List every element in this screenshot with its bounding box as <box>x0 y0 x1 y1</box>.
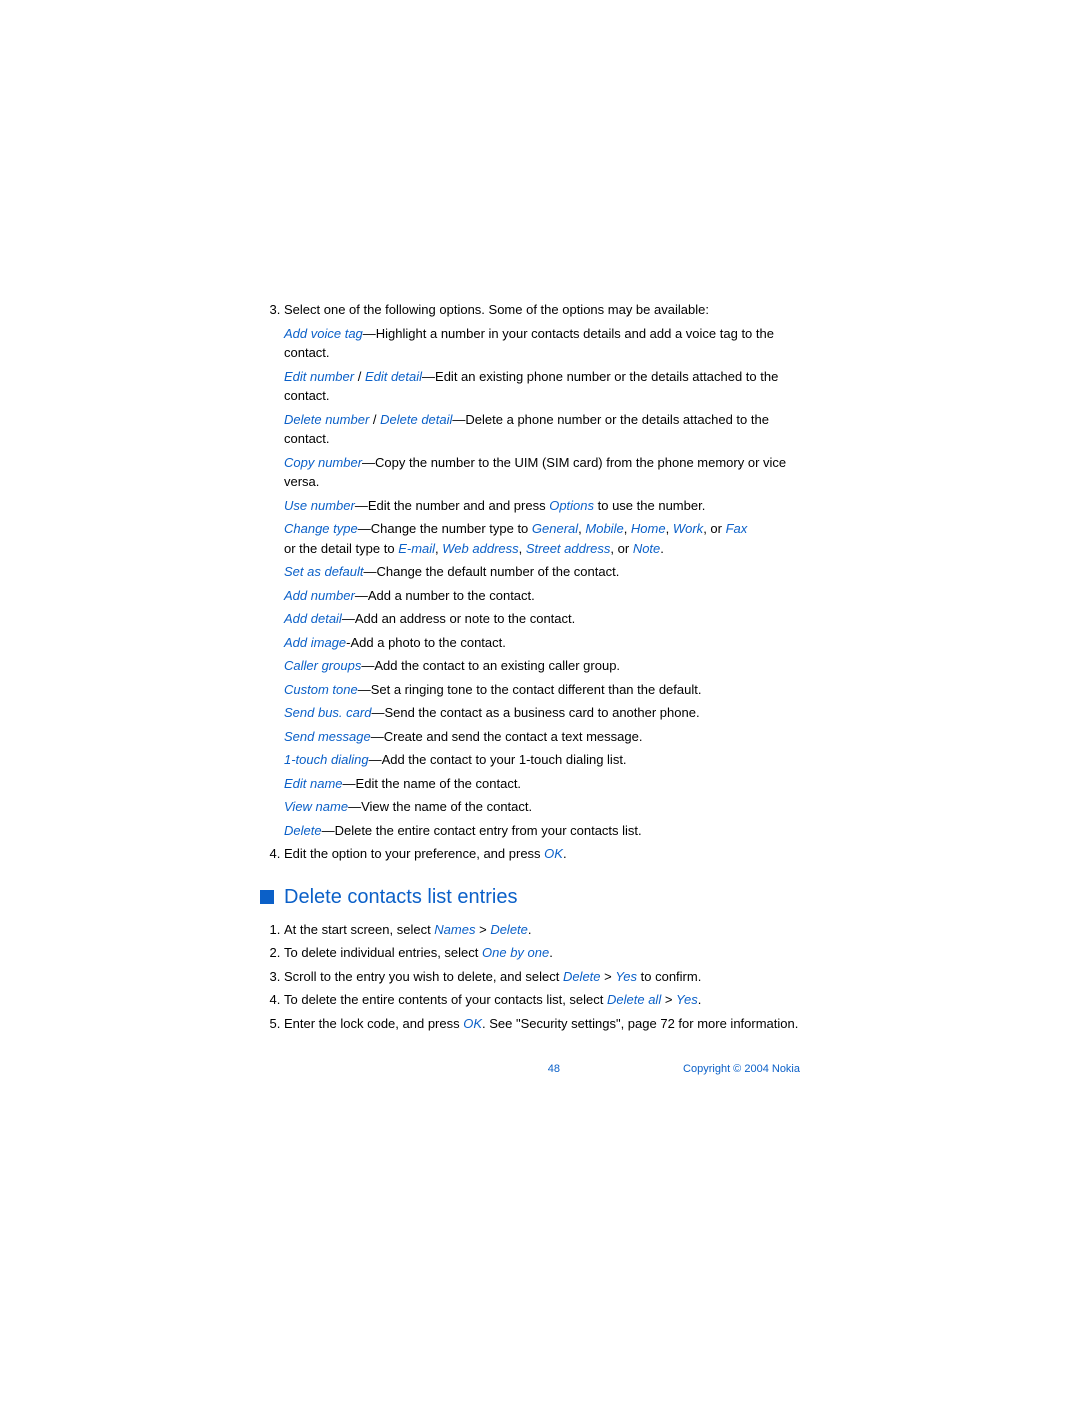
document-page: Select one of the following options. Som… <box>0 0 1080 1428</box>
option-term: 1-touch dialing <box>284 752 369 767</box>
option-desc: —Change the default number of the contac… <box>364 564 620 579</box>
delete-step: Scroll to the entry you wish to delete, … <box>284 967 800 987</box>
option-desc: —Set a ringing tone to the contact diffe… <box>358 682 702 697</box>
option-term: Custom tone <box>284 682 358 697</box>
option-term: Change type <box>284 521 358 536</box>
option-desc: —Add the contact to your 1-touch dialing… <box>369 752 627 767</box>
option-item: Add image-Add a photo to the contact. <box>284 633 800 653</box>
option-item: Send bus. card—Send the contact as a bus… <box>284 703 800 723</box>
option-desc: —Send the contact as a business card to … <box>371 705 699 720</box>
delete-step: At the start screen, select Names > Dele… <box>284 920 800 940</box>
delete-step: To delete the entire contents of your co… <box>284 990 800 1010</box>
option-term: Send message <box>284 729 371 744</box>
option-term: View name <box>284 799 348 814</box>
option-item: Set as default—Change the default number… <box>284 562 800 582</box>
option-item: Edit number / Edit detail—Edit an existi… <box>284 367 800 406</box>
option-item: Send message—Create and send the contact… <box>284 727 800 747</box>
option-term: Add voice tag <box>284 326 363 341</box>
option-term: Add detail <box>284 611 342 626</box>
option-term: Add image <box>284 635 346 650</box>
step-3-text: Select one of the following options. Som… <box>284 302 709 317</box>
option-desc: —View the name of the contact. <box>348 799 532 814</box>
option-term: Edit number <box>284 369 354 384</box>
step-3: Select one of the following options. Som… <box>284 300 800 320</box>
option-item: Delete number / Delete detail—Delete a p… <box>284 410 800 449</box>
page-footer: 48 Copyright © 2004 Nokia <box>260 1061 800 1078</box>
page-number: 48 <box>260 1061 560 1078</box>
step-4: Edit the option to your preference, and … <box>284 844 800 864</box>
option-term-2: Edit detail <box>365 369 422 384</box>
option-item: Change type—Change the number type to Ge… <box>284 519 800 558</box>
ok-text: OK <box>544 846 563 861</box>
options-block: Add voice tag—Highlight a number in your… <box>260 324 800 841</box>
option-desc: —Add an address or note to the contact. <box>342 611 575 626</box>
option-item: View name—View the name of the contact. <box>284 797 800 817</box>
step-4-post: . <box>563 846 567 861</box>
option-term: Set as default <box>284 564 364 579</box>
option-desc: —Change the number type to <box>358 521 532 536</box>
delete-step: To delete individual entries, select One… <box>284 943 800 963</box>
section-heading: Delete contacts list entries <box>260 882 800 912</box>
delete-steps-list: At the start screen, select Names > Dele… <box>260 920 800 1034</box>
option-term: Send bus. card <box>284 705 371 720</box>
delete-step: Enter the lock code, and press OK. See "… <box>284 1014 800 1034</box>
option-desc: —Add a number to the contact. <box>355 588 535 603</box>
option-item: Delete—Delete the entire contact entry f… <box>284 821 800 841</box>
option-item: Use number—Edit the number and and press… <box>284 496 800 516</box>
option-term: Caller groups <box>284 658 361 673</box>
square-bullet-icon <box>260 890 274 904</box>
option-desc: —Add the contact to an existing caller g… <box>361 658 620 673</box>
option-item: 1-touch dialing—Add the contact to your … <box>284 750 800 770</box>
option-term: Use number <box>284 498 355 513</box>
option-desc: —Edit the name of the contact. <box>343 776 522 791</box>
option-term: Edit name <box>284 776 343 791</box>
option-term: Copy number <box>284 455 362 470</box>
option-item: Caller groups—Add the contact to an exis… <box>284 656 800 676</box>
step-4-pre: Edit the option to your preference, and … <box>284 846 544 861</box>
option-term: Add number <box>284 588 355 603</box>
continued-ordered-list-4: Edit the option to your preference, and … <box>260 844 800 864</box>
option-item: Add voice tag—Highlight a number in your… <box>284 324 800 363</box>
option-term: Delete <box>284 823 322 838</box>
option-desc: —Create and send the contact a text mess… <box>371 729 643 744</box>
option-item: Add number—Add a number to the contact. <box>284 586 800 606</box>
copyright-text: Copyright © 2004 Nokia <box>560 1061 800 1078</box>
heading-text: Delete contacts list entries <box>284 882 517 912</box>
option-item: Add detail—Add an address or note to the… <box>284 609 800 629</box>
option-term: Delete number <box>284 412 369 427</box>
continued-ordered-list: Select one of the following options. Som… <box>260 300 800 320</box>
option-item: Edit name—Edit the name of the contact. <box>284 774 800 794</box>
option-desc: —Edit the number and and press <box>355 498 549 513</box>
option-term-2: Delete detail <box>380 412 452 427</box>
option-item: Copy number—Copy the number to the UIM (… <box>284 453 800 492</box>
option-desc: —Delete the entire contact entry from yo… <box>322 823 642 838</box>
option-desc: -Add a photo to the contact. <box>346 635 506 650</box>
option-item: Custom tone—Set a ringing tone to the co… <box>284 680 800 700</box>
